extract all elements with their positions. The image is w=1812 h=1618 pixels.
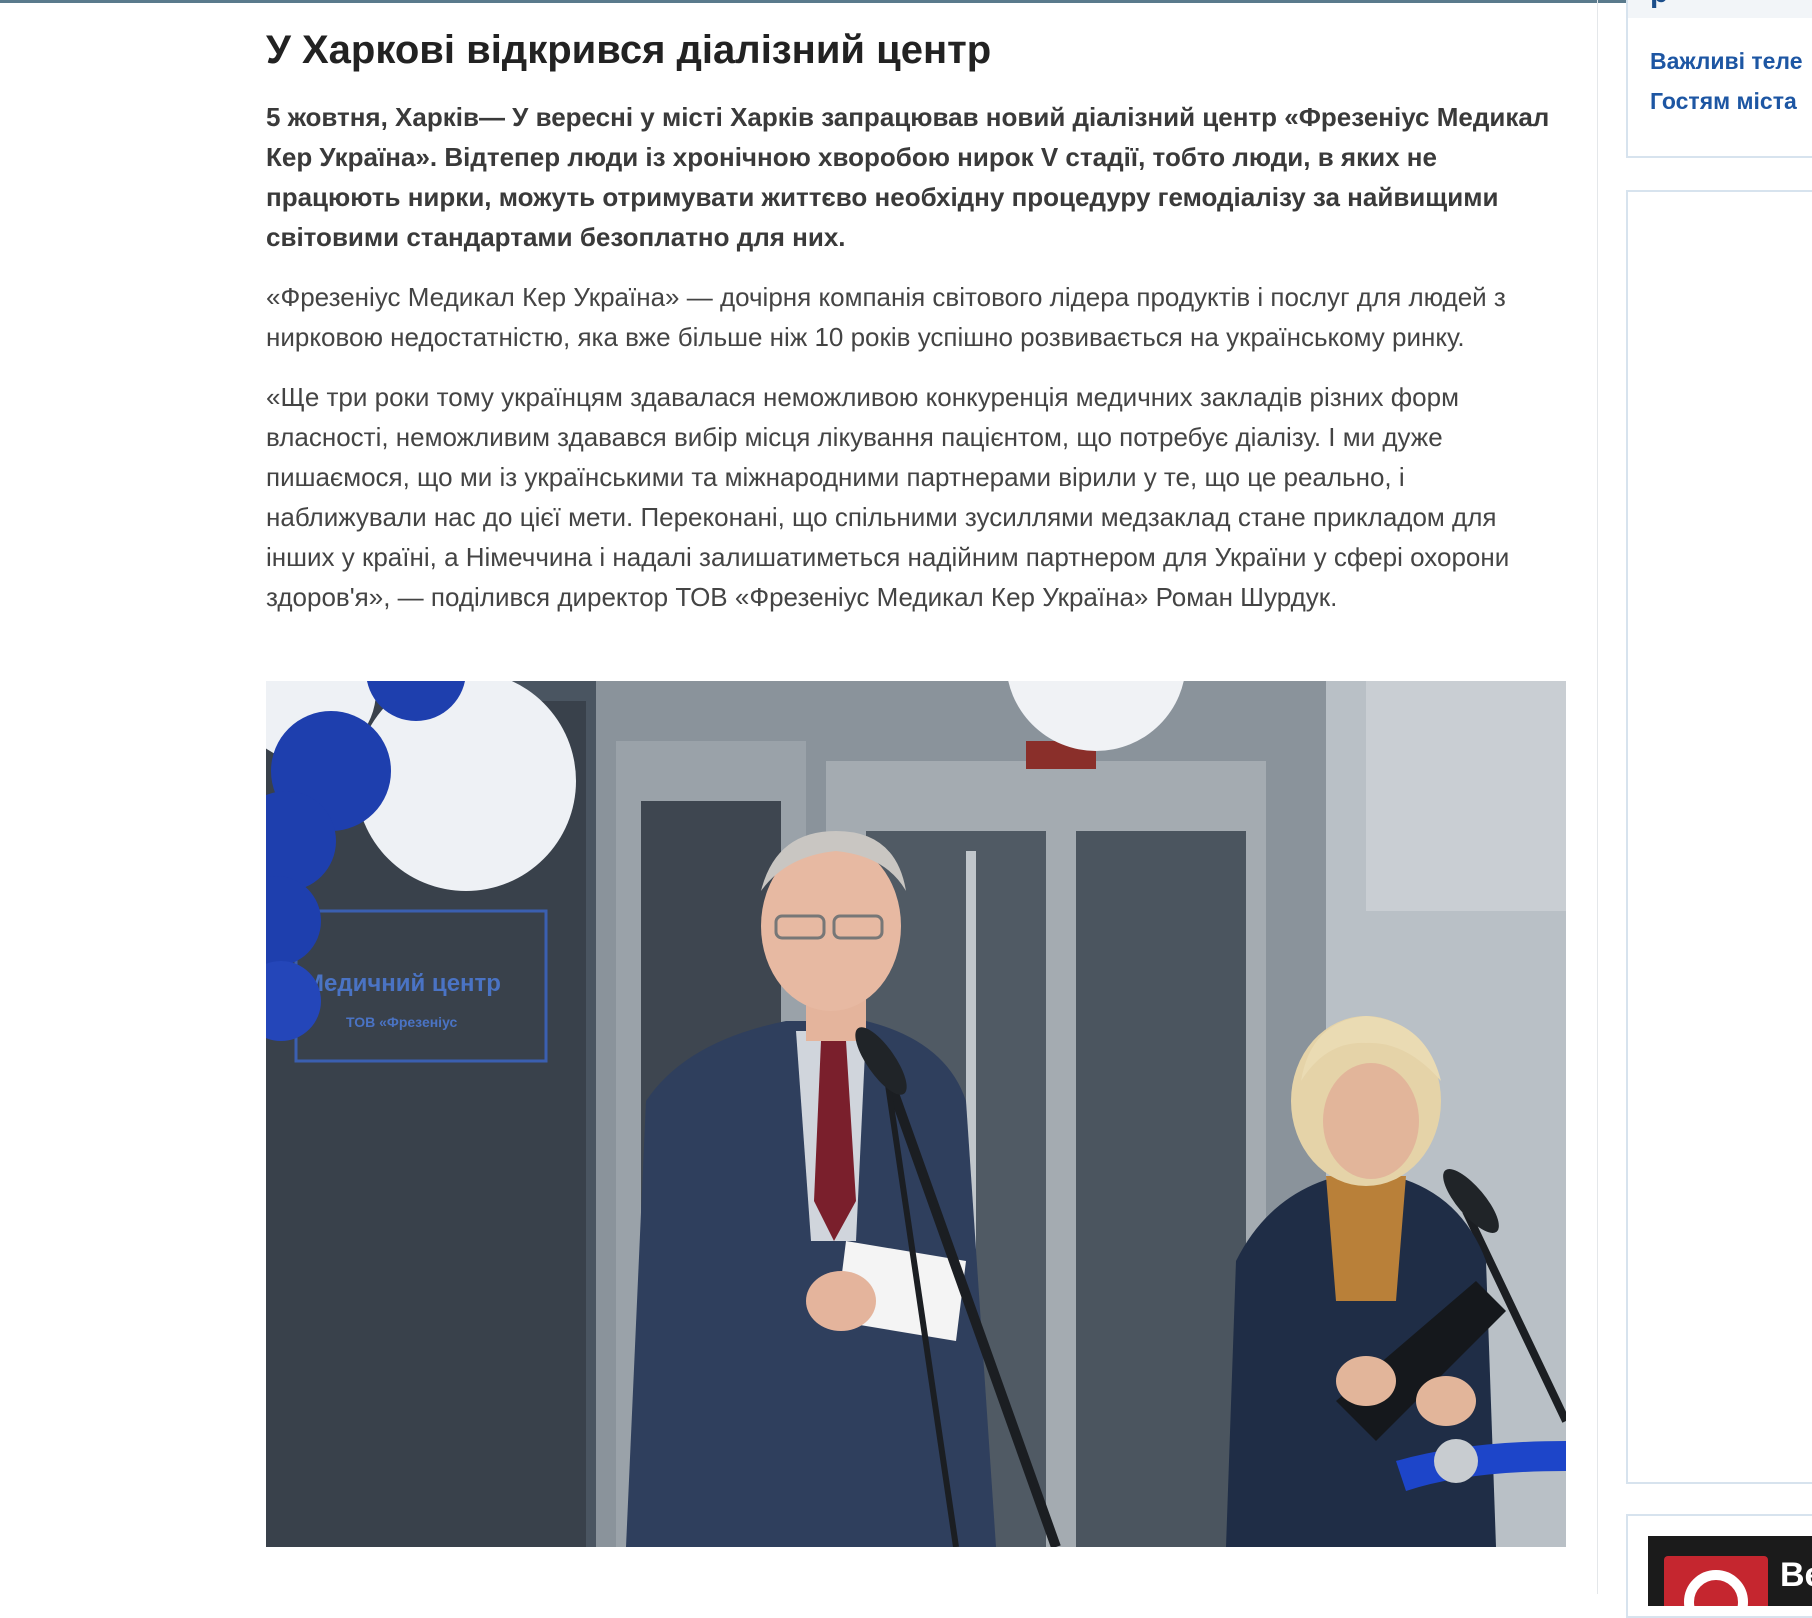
article-photo: Медичний центр ТОВ «Фрезеніус — [266, 681, 1566, 1547]
banner-logo-icon — [1664, 1556, 1768, 1606]
sidebar-box-header: р — [1628, 0, 1812, 18]
banner-text: Be — [1780, 1556, 1812, 1594]
sidebar-banner[interactable]: Be — [1648, 1536, 1812, 1606]
article-lead: 5 жовтня, Харків— У вересні у місті Харк… — [266, 102, 1550, 252]
article-title: У Харкові відкрився діалізний центр — [266, 28, 992, 72]
article-paragraph-2: «Ще три роки тому українцям здавалася не… — [266, 382, 1510, 612]
sidebar-links-box: р Важливі теле Гостям міста — [1626, 0, 1812, 158]
top-border — [0, 0, 1812, 3]
sidebar-link-guests[interactable]: Гостям міста — [1650, 88, 1797, 115]
article-paragraph-1: «Фрезеніус Медикал Кер Україна» — дочірн… — [266, 282, 1506, 352]
sidebar-divider — [1597, 0, 1598, 1594]
sign-text-2: ТОВ «Фрезеніус — [346, 1014, 458, 1030]
sign-text-1: Медичний центр — [304, 970, 501, 997]
sidebar-ad-box — [1626, 190, 1812, 1484]
article: У Харкові відкрився діалізний центр 5 жо… — [266, 22, 1566, 617]
sidebar-link-important-phones[interactable]: Важливі теле — [1650, 48, 1803, 75]
